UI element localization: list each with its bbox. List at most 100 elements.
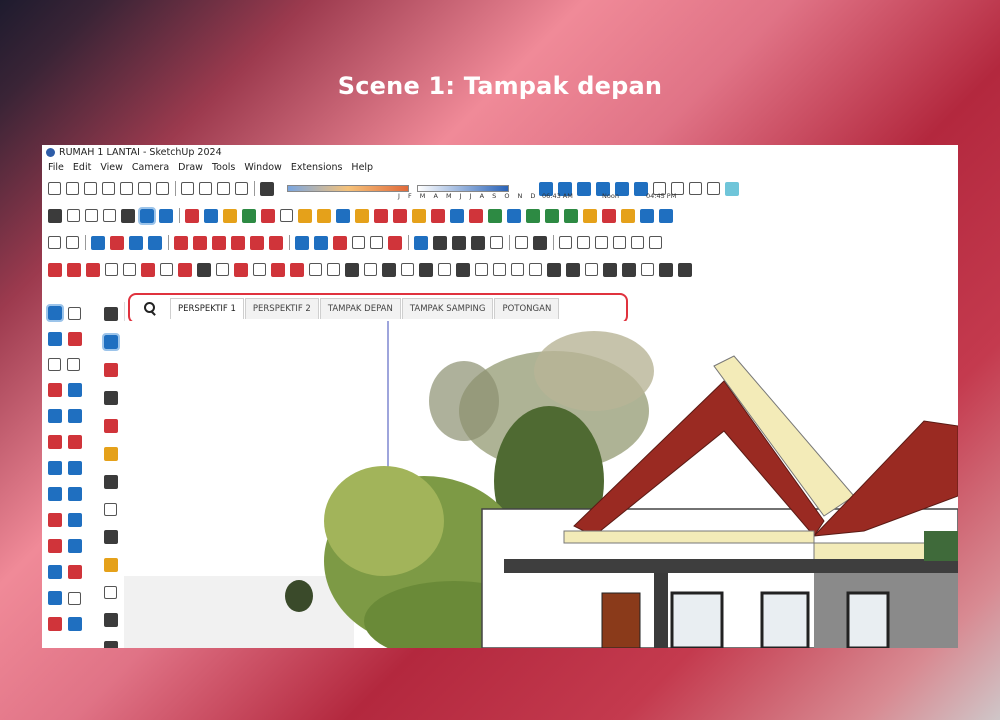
rectangle-icon[interactable] [148,235,162,250]
shape-circle-icon[interactable] [649,236,662,249]
line-tool-icon[interactable] [48,383,62,397]
push-pull-icon[interactable] [174,235,188,250]
add-detail-icon[interactable] [280,209,293,222]
back-edges-icon[interactable] [67,209,80,222]
offset-icon[interactable] [336,208,350,223]
offset-tool-icon[interactable] [250,235,264,250]
redo-icon[interactable] [199,182,212,195]
arc-3-icon[interactable] [48,487,62,501]
menu-window[interactable]: Window [244,162,281,173]
protractor-tool-icon[interactable] [68,592,81,605]
extension-tool-31-icon[interactable] [603,262,617,277]
protractor-icon[interactable] [269,235,283,250]
styles-icon[interactable] [707,182,720,195]
extension-tool-25-icon[interactable] [493,263,506,276]
shape-pentagon-2-icon[interactable] [577,236,590,249]
polygon-tool-icon[interactable] [68,435,82,449]
rotated-rect-icon[interactable] [68,409,82,423]
zoom-icon[interactable] [48,236,61,249]
extension-tool-15-icon[interactable] [309,263,322,276]
circle-tool-icon[interactable] [48,435,62,449]
materials-icon[interactable] [689,182,702,195]
time-slider[interactable] [417,185,509,192]
orbit-icon[interactable] [295,235,309,250]
shape-pentagon-3-icon[interactable] [595,236,608,249]
extension-tool-16-icon[interactable] [327,263,340,276]
paint-tool-icon[interactable] [48,332,62,346]
pencil-icon[interactable] [110,235,124,250]
pie-icon[interactable] [68,487,82,501]
extension-tool-24-icon[interactable] [475,263,488,276]
pushpull-tool-icon[interactable] [68,513,82,527]
solid-subtract-icon[interactable] [374,208,388,223]
menu-draw[interactable]: Draw [178,162,203,173]
extension-tool-6-icon[interactable] [141,262,155,277]
extension-tool-14-icon[interactable] [290,262,304,277]
cloud-upload-icon[interactable] [104,503,117,516]
camera-panel-icon[interactable] [104,363,118,377]
extension-tool-5-icon[interactable] [123,263,136,276]
extension-tool-21-icon[interactable] [419,262,433,277]
page-icon[interactable] [515,236,528,249]
extension-tool-34-icon[interactable] [659,262,673,277]
cut-icon[interactable] [102,182,115,195]
tab-tampak-depan[interactable]: TAMPAK DEPAN [319,298,401,319]
scenes-panel-icon[interactable] [725,181,739,196]
dimension-tool-icon[interactable] [68,617,82,631]
extension-tool-3-icon[interactable] [86,262,100,277]
menu-file[interactable]: File [48,162,64,173]
extension-tool-1-icon[interactable] [48,262,62,277]
select-tool-icon[interactable] [46,304,64,322]
extension-tool-2-icon[interactable] [67,262,81,277]
warehouse-icon[interactable] [414,235,428,250]
tab-potongan[interactable]: POTONGAN [494,298,560,319]
menu-tools[interactable]: Tools [212,162,235,173]
open-folder-icon[interactable] [66,182,79,195]
arc-2-icon[interactable] [68,461,82,475]
smoove-icon[interactable] [223,208,237,223]
camera-front-icon[interactable] [577,181,591,196]
stamp-icon[interactable] [242,208,256,223]
copy-icon[interactable] [120,182,133,195]
rect-tool-icon[interactable] [48,409,62,423]
save-icon[interactable] [84,182,97,195]
move-icon[interactable] [212,235,226,250]
shaded-icon[interactable] [121,208,135,223]
loop-icon[interactable] [602,208,616,223]
scale-icon[interactable] [231,235,245,250]
extension-2-icon[interactable] [452,235,466,250]
bezier-icon[interactable] [450,208,464,223]
arc-icon[interactable] [129,235,143,250]
cart-icon[interactable] [104,613,118,627]
axes-tool-icon[interactable] [48,617,62,631]
extension-3-icon[interactable] [471,235,485,250]
arc-tool-icon[interactable] [48,461,62,475]
extension-tool-7-icon[interactable] [160,263,173,276]
account-avatar-icon[interactable] [104,641,118,648]
follow-me-icon[interactable] [317,208,331,223]
eraser-icon[interactable] [68,332,82,346]
styles-panel-icon[interactable] [104,307,118,321]
menu-view[interactable]: View [100,162,123,173]
curve-tool-icon[interactable] [431,208,445,223]
extension-tool-23-icon[interactable] [456,262,470,277]
checker-icon[interactable] [104,475,118,489]
account-icon[interactable] [490,236,503,249]
sandbox-from-scratch-icon[interactable] [204,208,218,223]
move-tool-icon[interactable] [48,513,62,527]
position-camera-icon[interactable] [388,235,402,250]
info-icon[interactable] [104,586,117,599]
loop-2-icon[interactable] [621,208,635,223]
extension-tool-4-icon[interactable] [105,263,118,276]
extension-tool-22-icon[interactable] [438,263,451,276]
hidden-line-icon[interactable] [103,209,116,222]
tag-tool-icon[interactable] [67,358,80,371]
extension-tool-27-icon[interactable] [529,263,542,276]
model-info-icon[interactable] [235,182,248,195]
settings-icon[interactable] [104,530,118,544]
sandbox-from-contours-icon[interactable] [185,208,199,223]
grid-icon[interactable] [526,208,540,223]
select-arrow-icon[interactable] [66,236,79,249]
extension-tool-8-icon[interactable] [178,262,192,277]
xray-icon[interactable] [48,208,62,223]
